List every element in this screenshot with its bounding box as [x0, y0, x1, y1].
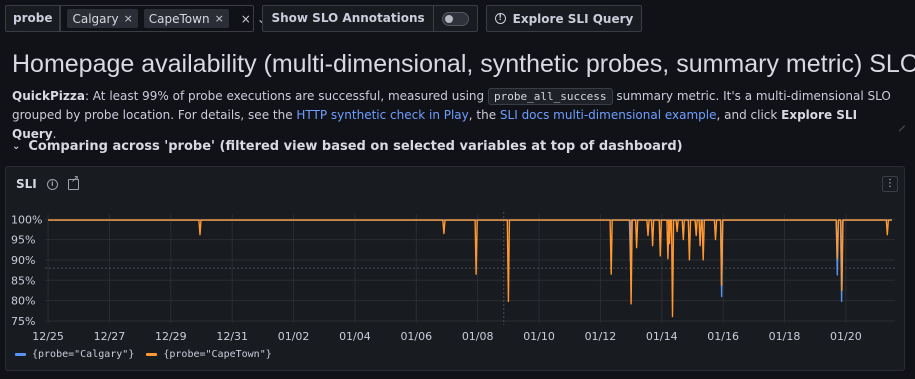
- remove-icon[interactable]: ×: [215, 12, 224, 25]
- probe-variable-label: probe: [5, 5, 61, 32]
- chip-capetown: CapeTown ×: [143, 9, 229, 28]
- metric-code: probe_all_success: [487, 88, 613, 105]
- chip-calgary: Calgary ×: [67, 9, 138, 28]
- x-tick-label: 01/14: [646, 330, 678, 343]
- chart-legend: {probe="Calgary"} {probe="CapeTown"}: [15, 349, 272, 360]
- legend-item-capetown[interactable]: {probe="CapeTown"}: [146, 349, 272, 360]
- annotations-toggle-control: Show SLO Annotations: [262, 5, 478, 32]
- page-title: Homepage availability (multi-dimensional…: [12, 50, 915, 78]
- x-tick-label: 01/02: [278, 330, 310, 343]
- chevron-down-icon[interactable]: ⌄: [12, 141, 20, 152]
- x-tick-label: 01/18: [769, 330, 801, 343]
- explore-button-label: Explore SLI Query: [512, 11, 634, 26]
- annotations-toggle-switch[interactable]: [441, 11, 469, 26]
- variable-bar: probe Calgary × CapeTown × × ⌄ Show SLO …: [5, 5, 643, 32]
- x-tick-label: 01/08: [462, 330, 494, 343]
- chip-label: Calgary: [72, 11, 119, 26]
- legend-swatch: [15, 353, 26, 356]
- sli-docs-link[interactable]: SLI docs multi-dimensional example: [500, 108, 717, 122]
- series-line-calgary: [48, 219, 892, 303]
- remove-icon[interactable]: ×: [124, 12, 133, 25]
- clear-all-icon[interactable]: ×: [241, 12, 251, 26]
- legend-label: {probe="Calgary"}: [32, 349, 135, 360]
- y-tick-label: 75%: [11, 315, 35, 328]
- x-tick-label: 12/31: [216, 330, 248, 343]
- row-header[interactable]: ⌄ Comparing across 'probe' (filtered vie…: [12, 139, 683, 154]
- x-tick-label: 01/04: [339, 330, 371, 343]
- chip-label: CapeTown: [148, 11, 210, 26]
- x-tick-label: 01/12: [585, 330, 617, 343]
- explore-compass-icon: !: [494, 13, 506, 24]
- http-check-link[interactable]: HTTP synthetic check in Play: [296, 108, 468, 122]
- x-tick-label: 12/25: [32, 330, 64, 343]
- resize-handle[interactable]: [897, 118, 905, 126]
- brand-name: QuickPizza: [12, 89, 85, 103]
- y-tick-label: 100%: [11, 213, 42, 226]
- x-tick-label: 01/10: [523, 330, 555, 343]
- annotations-toggle-label: Show SLO Annotations: [263, 6, 434, 31]
- x-tick-label: 01/20: [830, 330, 862, 343]
- row-title: Comparing across 'probe' (filtered view …: [28, 139, 683, 154]
- desc-text: , the: [468, 108, 500, 122]
- sli-chart: 100% 95% 90% 85% 80% 75% 12/25 12/27 12/29 12/31 0…: [11, 212, 895, 343]
- legend-label: {probe="CapeTown"}: [163, 349, 272, 360]
- legend-item-calgary[interactable]: {probe="Calgary"}: [15, 349, 134, 360]
- x-tick-label: 01/06: [400, 330, 432, 343]
- x-tick-label: 01/16: [707, 330, 739, 343]
- y-tick-label: 80%: [11, 295, 35, 308]
- x-tick-label: 12/27: [94, 330, 126, 343]
- desc-text: , and click: [716, 108, 782, 122]
- desc-text: : At least 99% of probe executions are s…: [84, 89, 488, 103]
- x-tick-label: 12/29: [155, 330, 187, 343]
- y-tick-label: 85%: [11, 274, 35, 287]
- explore-sli-query-button[interactable]: ! Explore SLI Query: [485, 5, 643, 32]
- y-tick-label: 95%: [11, 234, 35, 247]
- y-tick-label: 90%: [11, 254, 35, 267]
- slo-description: QuickPizza: At least 99% of probe execut…: [12, 87, 900, 144]
- probe-variable-select[interactable]: Calgary × CapeTown × × ⌄: [60, 5, 267, 32]
- legend-swatch: [146, 353, 158, 356]
